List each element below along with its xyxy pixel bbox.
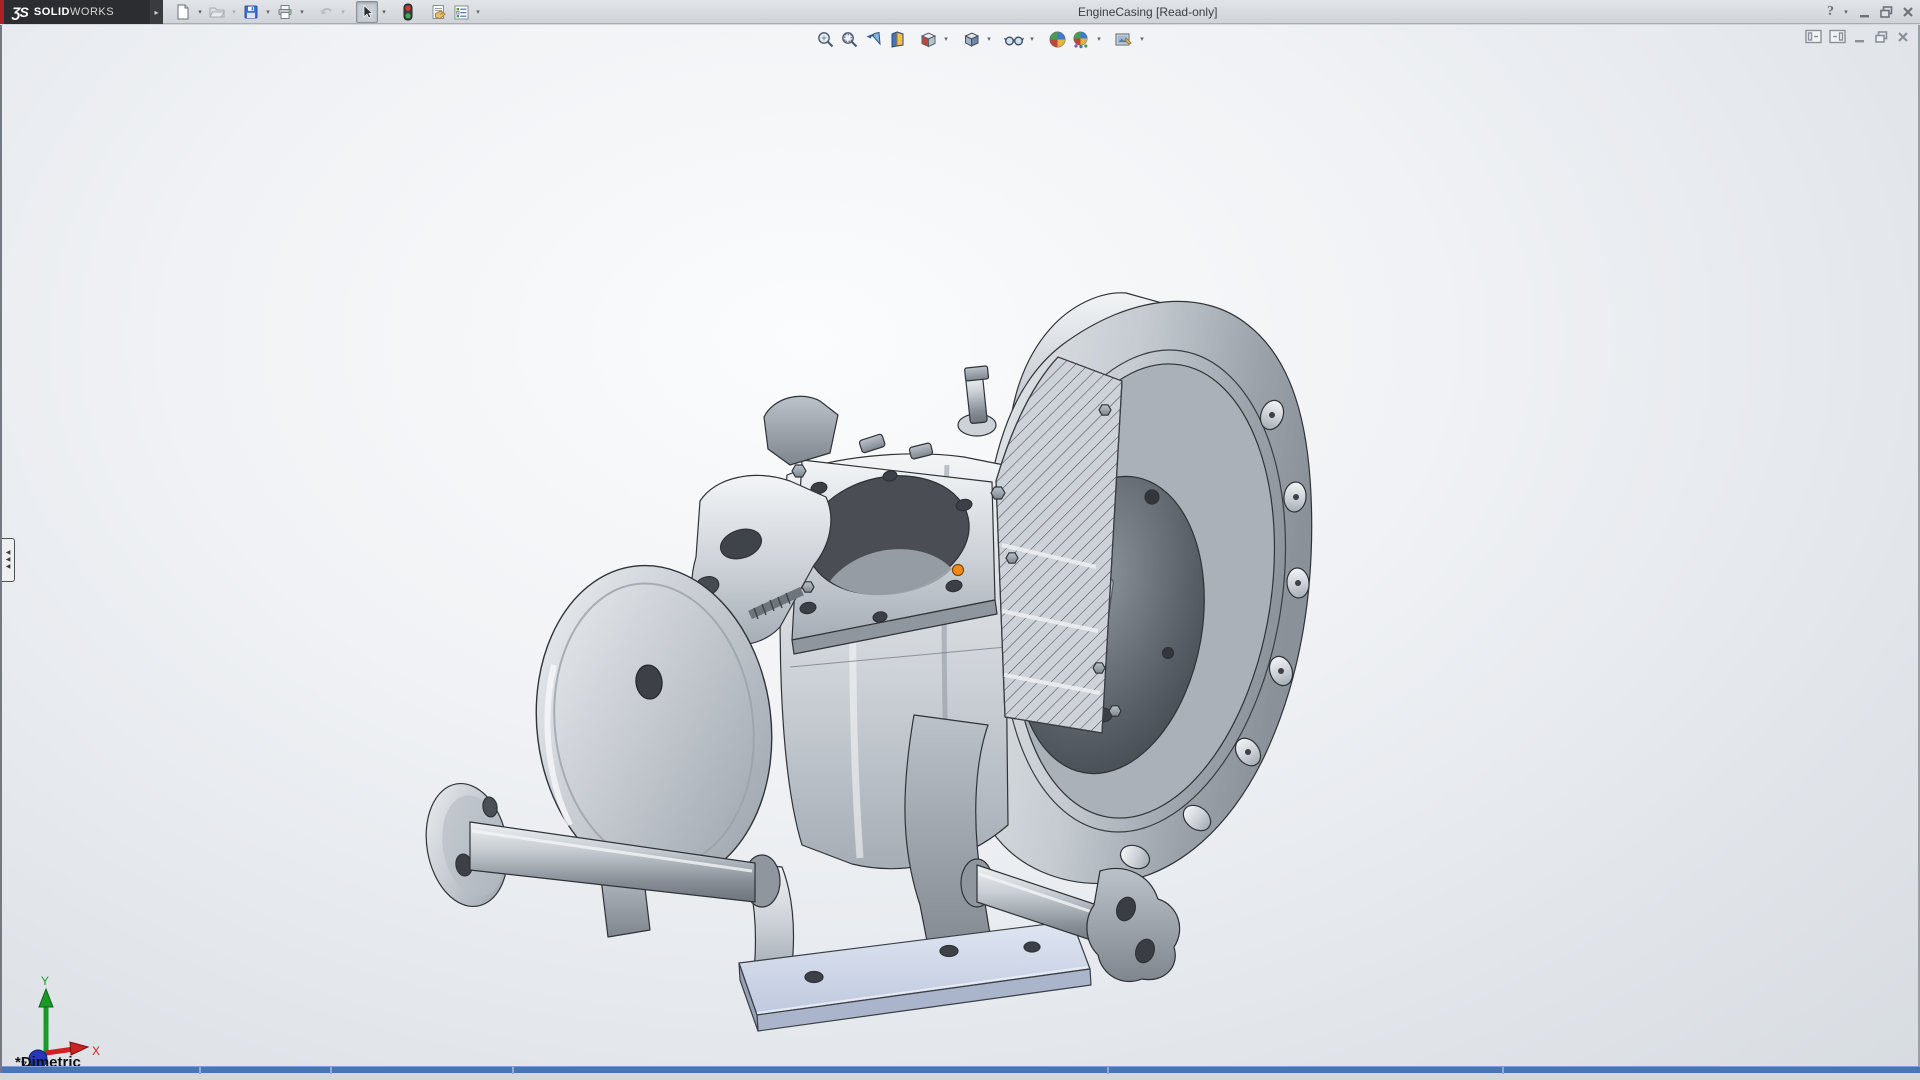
- show-right-pane-button[interactable]: [1829, 29, 1846, 49]
- undo-button[interactable]: [315, 1, 337, 23]
- selection-marker[interactable]: [951, 563, 965, 577]
- graphics-viewport[interactable]: ▾ ▾ ▾ ▾ ▾ ◀ ◀ ◀ Y X Z *Dimetric: [0, 25, 1920, 1074]
- flyout-arrow-icon: ▸: [154, 7, 159, 17]
- doc-minimize-icon: [1855, 39, 1864, 42]
- new-document-button[interactable]: [172, 1, 194, 23]
- doc-minimize-button[interactable]: [1853, 30, 1867, 49]
- triad-y-label: Y: [41, 975, 49, 988]
- undo-icon: [320, 7, 332, 15]
- section-view-icon: [891, 30, 903, 48]
- taskbar-edge: [2, 1066, 1920, 1074]
- print-button[interactable]: [274, 1, 296, 23]
- logo-text-light: WORKS: [70, 6, 115, 18]
- collapse-arrow-icon: ◀: [5, 550, 11, 556]
- select-button[interactable]: [356, 1, 378, 23]
- show-left-pane-icon: [1805, 29, 1822, 44]
- headsup-view-toolbar: ▾ ▾ ▾ ▾ ▾: [814, 28, 1147, 50]
- solidworks-logo[interactable]: ƷS SOLID WORKS: [0, 0, 150, 24]
- feature-manager-collapsed-tab[interactable]: ◀ ◀ ◀: [2, 538, 15, 582]
- previous-view-icon: [866, 31, 881, 45]
- apply-scene-dropdown[interactable]: ▾: [1094, 35, 1104, 43]
- titlebar: ƷS SOLID WORKS ▸ ▾ ▾ ▾ ▾ ▾ ▾ ▾ EngineCas…: [0, 0, 1920, 24]
- section-view-button[interactable]: [886, 28, 908, 50]
- rebuild-button[interactable]: [397, 1, 419, 23]
- engine-casing-model[interactable]: [422, 275, 1322, 1045]
- doc-close-button[interactable]: [1896, 30, 1910, 49]
- 3ds-logo-icon: ƷS: [12, 4, 29, 20]
- view-orientation-button[interactable]: [917, 28, 939, 50]
- rebuild-traffic-light-icon: [403, 3, 413, 21]
- file-properties-button[interactable]: [427, 1, 449, 23]
- hide-show-items-dropdown[interactable]: ▾: [1027, 35, 1037, 43]
- doc-close-icon: [1898, 31, 1908, 42]
- logo-red-stripe: [0, 0, 4, 24]
- display-style-dropdown[interactable]: ▾: [984, 35, 994, 43]
- hide-show-items-icon: [1004, 35, 1024, 45]
- zoom-to-area-icon: [841, 31, 857, 47]
- save-icon: [244, 5, 258, 19]
- select-cursor-icon: [363, 4, 374, 19]
- hide-show-items-button[interactable]: [1003, 28, 1025, 50]
- window-controls: ? ▾: [1827, 0, 1915, 24]
- open-dropdown[interactable]: ▾: [229, 8, 239, 16]
- help-button[interactable]: ?: [1827, 4, 1834, 20]
- triad-x-label: X: [92, 1044, 100, 1058]
- view-settings-dropdown[interactable]: ▾: [1137, 35, 1147, 43]
- view-orientation-dropdown[interactable]: ▾: [941, 35, 951, 43]
- minimize-icon: [1860, 15, 1869, 18]
- apply-scene-button[interactable]: [1070, 28, 1092, 50]
- app-minimize-button[interactable]: [1858, 5, 1872, 19]
- edit-appearance-button[interactable]: [1046, 28, 1068, 50]
- undo-dropdown[interactable]: ▾: [338, 8, 348, 16]
- open-icon: [209, 7, 225, 18]
- window-title: EngineCasing [Read-only]: [1078, 5, 1218, 19]
- show-right-pane-icon: [1829, 29, 1846, 44]
- app-restore-button[interactable]: [1879, 5, 1894, 19]
- view-orientation-icon: [920, 31, 936, 47]
- view-settings-button[interactable]: [1113, 28, 1135, 50]
- print-dropdown[interactable]: ▾: [297, 8, 307, 16]
- zoom-to-fit-button[interactable]: [814, 28, 836, 50]
- print-icon: [278, 5, 292, 19]
- doc-restore-icon: [1875, 30, 1888, 43]
- close-icon: [1903, 7, 1913, 17]
- new-document-icon: [177, 4, 189, 20]
- options-dropdown[interactable]: ▾: [473, 8, 483, 16]
- previous-view-button[interactable]: [862, 28, 884, 50]
- save-dropdown[interactable]: ▾: [263, 8, 273, 16]
- logo-text-bold: SOLID: [33, 6, 71, 18]
- help-dropdown[interactable]: ▾: [1841, 8, 1851, 16]
- edit-appearance-icon: [1049, 31, 1065, 47]
- zoom-to-area-button[interactable]: [838, 28, 860, 50]
- open-button[interactable]: [206, 1, 228, 23]
- select-dropdown[interactable]: ▾: [379, 8, 389, 16]
- save-button[interactable]: [240, 1, 262, 23]
- file-properties-icon: [432, 4, 446, 19]
- new-document-dropdown[interactable]: ▾: [195, 8, 205, 16]
- display-style-button[interactable]: [960, 28, 982, 50]
- zoom-to-fit-icon: [817, 31, 833, 47]
- document-window-controls: [1805, 29, 1910, 49]
- apply-scene-icon: [1073, 31, 1088, 48]
- options-button[interactable]: [450, 1, 472, 23]
- app-close-button[interactable]: [1901, 5, 1915, 19]
- menu-flyout-arrow[interactable]: ▸: [150, 0, 163, 24]
- collapse-arrow-icon: ◀: [5, 557, 11, 563]
- options-icon: [454, 5, 468, 19]
- solidworks-window: ƷS SOLID WORKS ▸ ▾ ▾ ▾ ▾ ▾ ▾ ▾ EngineCas…: [0, 0, 1920, 1080]
- main-toolbar: ▾ ▾ ▾ ▾ ▾ ▾ ▾: [172, 1, 483, 23]
- restore-icon: [1880, 6, 1893, 18]
- view-settings-icon: [1115, 33, 1132, 45]
- collapse-arrow-icon: ◀: [5, 564, 11, 570]
- show-left-pane-button[interactable]: [1805, 29, 1822, 49]
- doc-restore-button[interactable]: [1874, 30, 1889, 49]
- display-style-icon: [963, 31, 979, 47]
